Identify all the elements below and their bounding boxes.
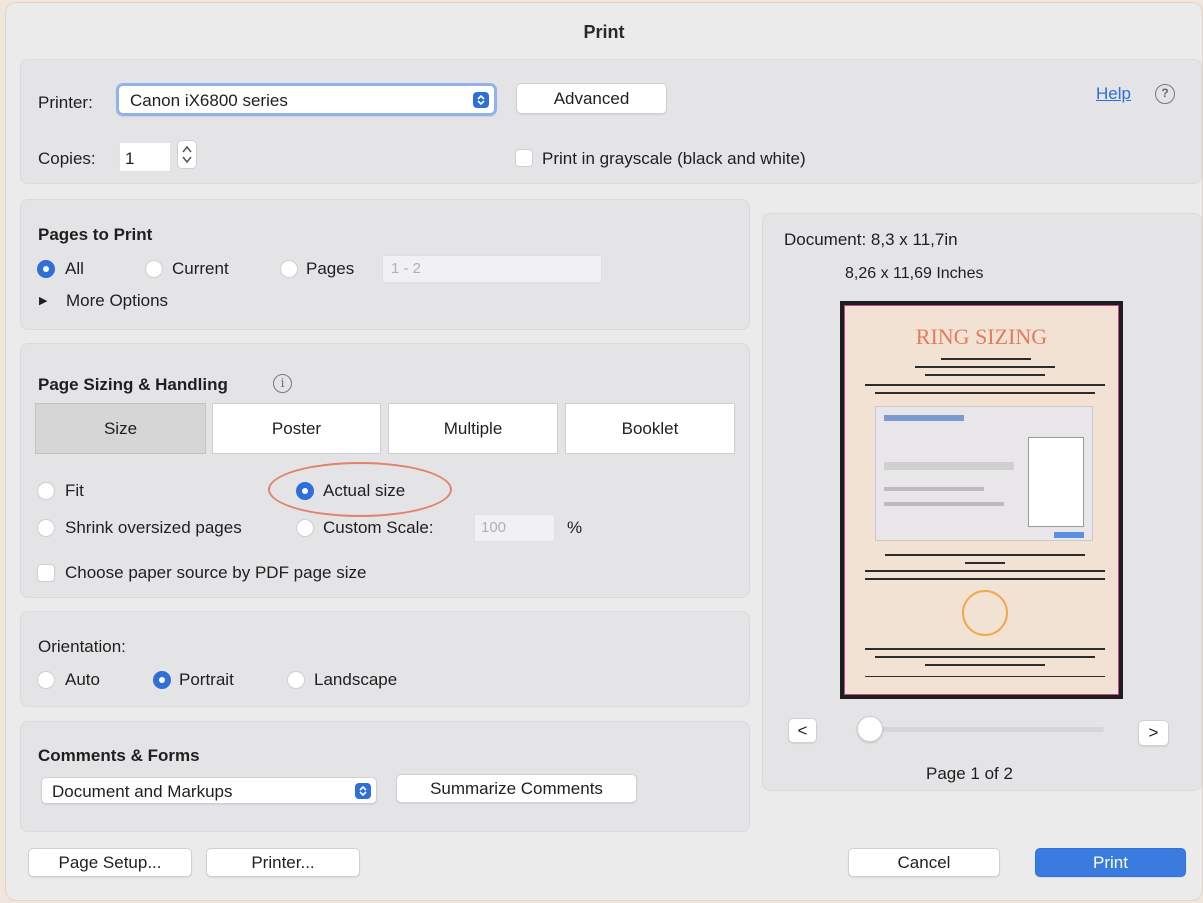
radio-actual-size[interactable] [296,482,314,500]
copies-field[interactable]: 1 [119,142,171,172]
radio-pages[interactable] [280,260,298,278]
page-indicator: Page 1 of 2 [926,764,1013,783]
copies-value: 1 [125,149,135,168]
radio-actual-size-label: Actual size [323,481,406,500]
printer-select[interactable]: Canon iX6800 series [116,83,497,116]
preview-title: RING SIZING [915,324,1048,349]
info-icon[interactable]: i [273,374,292,393]
ring-circle [962,590,1008,636]
radio-current-label: Current [172,259,229,278]
page-slider-thumb[interactable] [857,716,883,742]
radio-shrink[interactable] [37,519,55,537]
grayscale-label: Print in grayscale (black and white) [542,149,806,168]
prev-page-button[interactable]: < [788,718,817,743]
dialog-title: Print [583,22,625,42]
comments-select-value: Document and Markups [52,782,233,801]
radio-all[interactable] [37,260,55,278]
tab-poster[interactable]: Poster [212,403,381,454]
radio-landscape[interactable] [287,671,305,689]
orientation-label: Orientation: [38,637,126,656]
orientation-panel [20,611,750,707]
radio-fit-label: Fit [65,481,84,500]
radio-portrait-label: Portrait [179,670,234,689]
preview-dialog-thumbnail [875,406,1093,541]
summarize-comments-button[interactable]: Summarize Comments [396,774,637,803]
chevron-updown-icon [473,91,489,108]
page-sizing-heading: Page Sizing & Handling [38,375,228,394]
tab-size[interactable]: Size [35,403,206,454]
next-page-button[interactable]: > [1138,720,1169,746]
document-size-label: Document: 8,3 x 11,7in [784,230,958,249]
tab-multiple[interactable]: Multiple [388,403,558,454]
disclosure-triangle-icon[interactable]: ▶ [39,294,47,307]
page-preview: RING SIZING [840,301,1123,699]
stepper-arrows-icon [182,145,192,164]
paper-source-checkbox[interactable] [37,564,55,582]
radio-auto-label: Auto [65,670,100,689]
radio-custom-scale-label: Custom Scale: [323,518,434,537]
radio-pages-label: Pages [306,259,355,278]
printer-label: Printer: [38,93,93,112]
radio-landscape-label: Landscape [314,670,398,689]
radio-fit[interactable] [37,482,55,500]
print-button[interactable]: Print [1035,848,1186,877]
more-options-label[interactable]: More Options [66,291,168,311]
tab-booklet[interactable]: Booklet [565,403,735,454]
help-link[interactable]: Help [1096,84,1131,104]
paper-size-label: 8,26 x 11,69 Inches [845,265,984,282]
radio-custom-scale[interactable] [296,519,314,537]
printer-button[interactable]: Printer... [206,848,360,877]
chevron-updown-icon [355,782,371,799]
printer-select-value: Canon iX6800 series [130,91,288,110]
pages-range-value: 1 - 2 [391,260,422,277]
percent-label: % [567,518,583,537]
radio-current[interactable] [145,260,163,278]
radio-shrink-label: Shrink oversized pages [65,518,242,537]
radio-all-label: All [65,259,84,278]
page-slider-track[interactable] [861,727,1104,732]
comments-heading: Comments & Forms [38,746,200,765]
page-preview-content: RING SIZING [844,305,1119,695]
custom-scale-input[interactable]: 100 [474,514,555,542]
paper-source-label: Choose paper source by PDF page size [65,563,367,582]
radio-auto[interactable] [37,671,55,689]
pages-to-print-heading: Pages to Print [38,225,153,244]
radio-portrait[interactable] [153,671,171,689]
cancel-button[interactable]: Cancel [848,848,1000,877]
copies-label: Copies: [38,149,96,168]
custom-scale-value: 100 [481,519,507,536]
question-circle-icon[interactable]: ? [1155,84,1175,104]
pages-range-input[interactable]: 1 - 2 [382,255,602,283]
copies-stepper[interactable] [177,140,197,169]
advanced-button[interactable]: Advanced [516,83,667,114]
grayscale-checkbox[interactable] [515,149,533,167]
page-setup-button[interactable]: Page Setup... [28,848,192,877]
print-dialog: Print Printer: Canon iX6800 series Advan… [6,3,1202,900]
comments-select[interactable]: Document and Markups [41,777,377,804]
